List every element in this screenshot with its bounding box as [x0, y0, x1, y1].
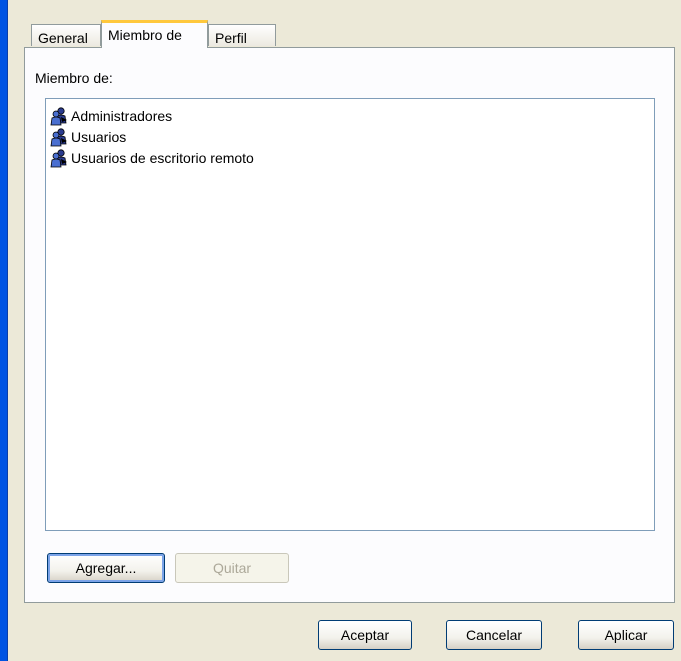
member-of-label: Miembro de:	[35, 70, 113, 86]
member-name: Usuarios de escritorio remoto	[71, 149, 254, 166]
window-border	[0, 0, 8, 661]
member-of-list[interactable]: Administradores Usuarios Usuarios de esc…	[45, 98, 655, 531]
tab-general[interactable]: General	[31, 24, 101, 46]
group-icon	[49, 127, 69, 147]
member-name: Administradores	[71, 107, 173, 124]
list-item[interactable]: Usuarios	[49, 126, 654, 147]
group-icon	[49, 106, 69, 126]
list-item[interactable]: Administradores	[49, 105, 654, 126]
ok-button[interactable]: Aceptar	[318, 620, 412, 650]
list-item[interactable]: Usuarios de escritorio remoto	[49, 147, 654, 168]
apply-button[interactable]: Aplicar	[578, 620, 674, 650]
member-name: Usuarios	[71, 128, 127, 145]
cancel-button[interactable]: Cancelar	[446, 620, 542, 650]
remove-button[interactable]: Quitar	[175, 553, 289, 583]
tab-miembro-de[interactable]: Miembro de	[101, 20, 208, 48]
tab-panel-miembro-de: Miembro de: Administradores Usuarios Usu…	[24, 47, 675, 603]
group-icon	[49, 148, 69, 168]
tab-perfil[interactable]: Perfil	[208, 24, 276, 46]
tab-strip: General Miembro de Perfil	[0, 0, 681, 48]
add-button[interactable]: Agregar...	[47, 553, 165, 583]
